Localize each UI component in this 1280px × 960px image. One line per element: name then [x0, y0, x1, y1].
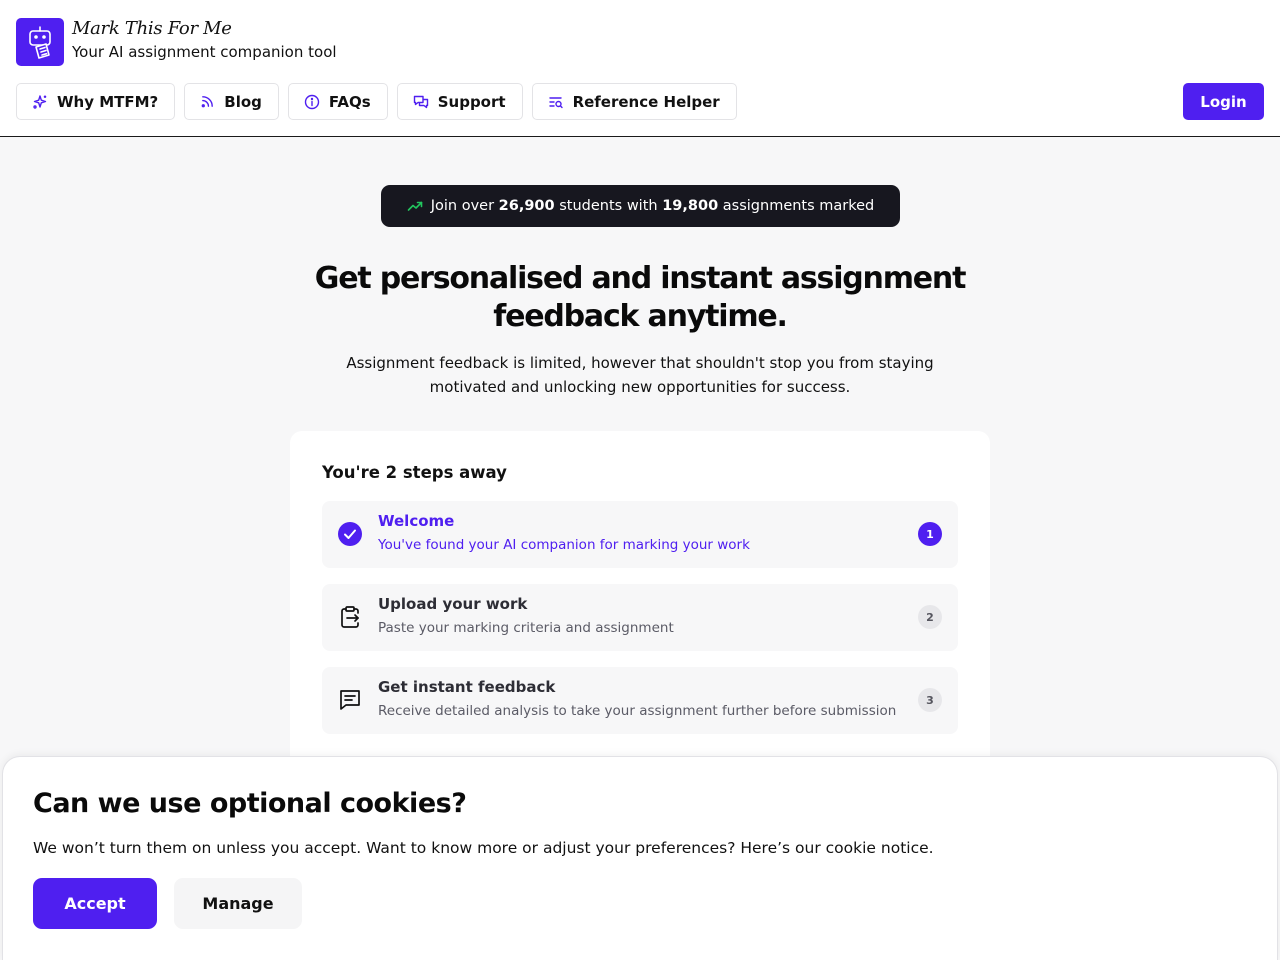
steps-card-title: You're 2 steps away: [322, 463, 507, 482]
cookie-text: We won’t turn them on unless you accept.…: [33, 839, 934, 857]
cookie-banner: Can we use optional cookies? We won’t tu…: [2, 756, 1278, 960]
nav-label: Reference Helper: [572, 92, 720, 111]
step-get-instant-feedback[interactable]: Get instant feedback Receive detailed an…: [322, 667, 958, 734]
check-circle-icon: [338, 522, 362, 546]
message-lines-icon: [340, 690, 360, 710]
manage-cookies-button[interactable]: Manage: [174, 878, 302, 929]
list-search-icon: [548, 96, 563, 108]
accept-cookies-button[interactable]: Accept: [33, 878, 157, 929]
nav-label: FAQs: [328, 92, 371, 111]
chat-bubbles-icon: [413, 95, 428, 108]
stats-pill: Join over 26,900 students with 19,800 as…: [381, 185, 900, 227]
brand-tagline: Your AI assignment companion tool: [72, 43, 337, 61]
steps-card: You're 2 steps away Welcome You've found…: [290, 431, 990, 791]
step-title: Upload your work: [378, 595, 528, 613]
brand-name: Mark This For Me: [72, 18, 232, 39]
nav-faqs[interactable]: FAQs: [287, 83, 388, 120]
step-title: Get instant feedback: [378, 678, 556, 696]
clipboard-upload-icon: [341, 606, 359, 628]
step-number-badge: 1: [918, 522, 942, 546]
site-header: Mark This For Me Your AI assignment comp…: [0, 0, 1280, 137]
login-button[interactable]: Login: [1183, 83, 1264, 120]
nav-reference-helper[interactable]: Reference Helper: [531, 83, 737, 120]
trending-up-icon: [407, 201, 423, 211]
rss-icon: [201, 96, 214, 108]
stats-suffix: assignments marked: [722, 198, 875, 214]
nav-why-mtfm[interactable]: Why MTFM?: [16, 83, 176, 120]
step-upload-your-work[interactable]: Upload your work Paste your marking crit…: [322, 584, 958, 651]
sparkles-icon: [33, 94, 47, 109]
step-description: Receive detailed analysis to take your a…: [378, 703, 897, 719]
nav-label: Support: [437, 92, 506, 111]
students-count: 26,900: [498, 198, 555, 214]
brand[interactable]: Mark This For Me Your AI assignment comp…: [16, 18, 337, 66]
nav-blog[interactable]: Blog: [184, 83, 279, 120]
step-number-badge: 3: [918, 688, 942, 712]
nav-label: Blog: [224, 92, 262, 111]
step-description: Paste your marking criteria and assignme…: [378, 620, 674, 636]
cookie-title: Can we use optional cookies?: [33, 788, 467, 819]
nav-label: Why MTFM?: [57, 92, 159, 111]
robot-logo-icon: [16, 18, 64, 66]
assignments-count: 19,800: [662, 198, 719, 214]
step-description: You've found your AI companion for marki…: [378, 537, 750, 553]
stats-middle: students with: [559, 198, 658, 214]
hero-subtitle: Assignment feedback is limited, however …: [346, 354, 934, 396]
info-icon: [304, 94, 320, 109]
step-number-badge: 2: [918, 605, 942, 629]
stats-prefix: Join over: [430, 198, 495, 214]
step-title: Welcome: [378, 512, 455, 530]
nav-support[interactable]: Support: [396, 83, 523, 120]
hero-title: Get personalised and instant assignment …: [314, 261, 967, 334]
main-nav: Why MTFM? Blog FAQs Support Reference He…: [16, 83, 737, 120]
step-welcome[interactable]: Welcome You've found your AI companion f…: [322, 501, 958, 568]
